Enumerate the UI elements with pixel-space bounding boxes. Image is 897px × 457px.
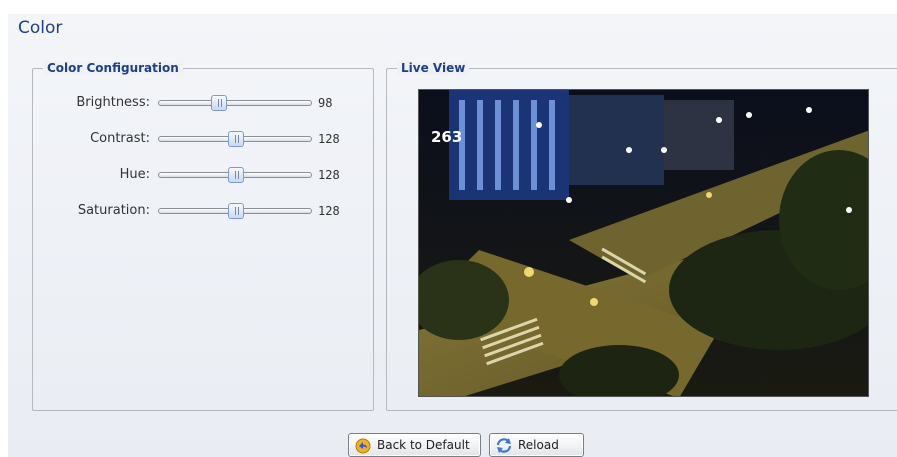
hue-slider-thumb[interactable] — [228, 167, 244, 183]
color-configuration-group: Color Configuration — [32, 61, 374, 411]
refresh-icon — [494, 436, 514, 454]
contrast-slider[interactable] — [158, 131, 312, 147]
brightness-value: 98 — [318, 96, 333, 110]
hue-value: 128 — [318, 168, 340, 182]
live-view-image — [419, 90, 868, 396]
saturation-slider[interactable] — [158, 203, 312, 219]
saturation-slider-thumb[interactable] — [228, 203, 244, 219]
hue-label: Hue: — [119, 167, 150, 182]
contrast-slider-thumb[interactable] — [228, 131, 244, 147]
reload-button[interactable]: Reload — [489, 433, 584, 457]
contrast-label: Contrast: — [90, 131, 150, 146]
undo-arrow-icon — [353, 436, 373, 454]
camera-number-overlay: 263 — [431, 128, 463, 146]
brightness-slider-thumb[interactable] — [211, 95, 228, 111]
live-view-video: 263 — [418, 89, 869, 397]
back-to-default-label: Back to Default — [377, 438, 470, 452]
reload-label: Reload — [518, 438, 559, 452]
hue-slider[interactable] — [158, 167, 312, 183]
page-title: Color — [18, 18, 63, 38]
back-to-default-button[interactable]: Back to Default — [348, 433, 481, 457]
brightness-label: Brightness: — [76, 95, 150, 110]
color-configuration-legend: Color Configuration — [43, 61, 183, 75]
saturation-label: Saturation: — [77, 203, 150, 218]
contrast-value: 128 — [318, 132, 340, 146]
saturation-value: 128 — [318, 204, 340, 218]
live-view-legend: Live View — [397, 61, 470, 75]
brightness-slider[interactable] — [158, 95, 312, 111]
